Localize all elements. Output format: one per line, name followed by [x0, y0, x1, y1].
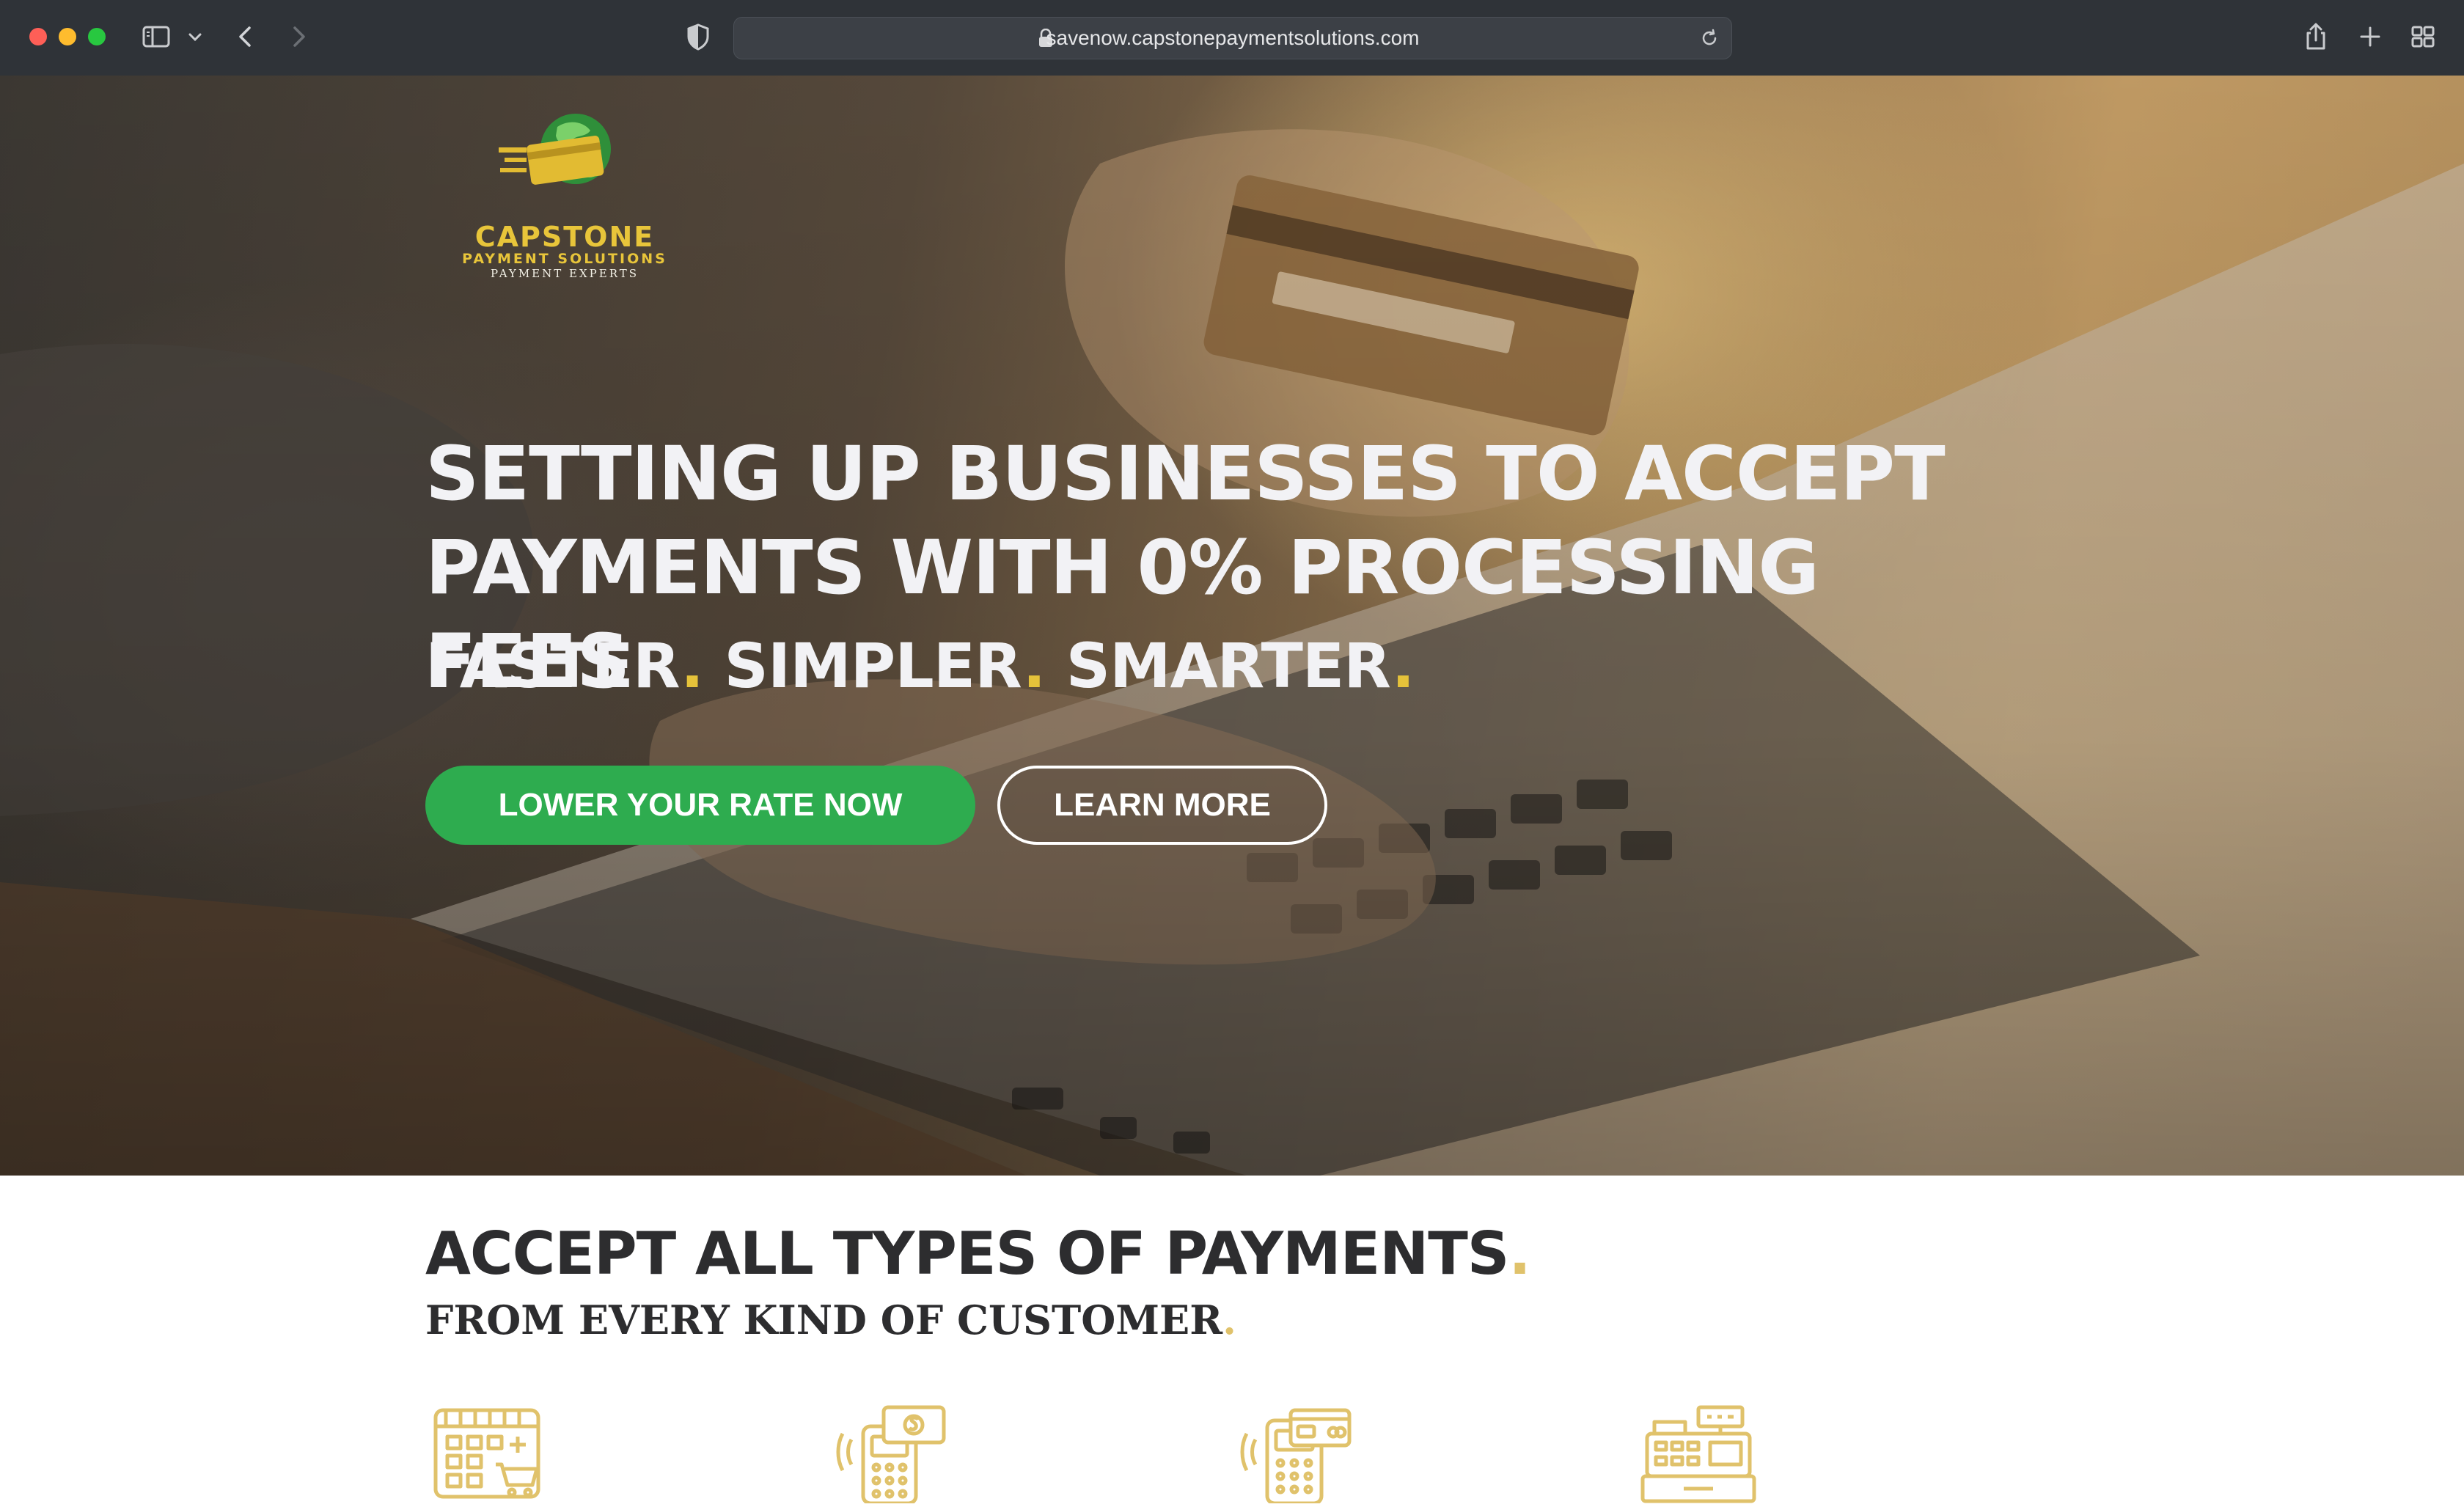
- tagline-dot: .: [681, 630, 704, 702]
- hero-tagline: FASTER. SIMPLER. SMARTER.: [425, 629, 1415, 703]
- section-subtitle-text: FROM EVERY KIND OF CUSTOMER: [425, 1297, 1223, 1343]
- tagline-dot: .: [1022, 630, 1046, 702]
- section-title-dot: .: [1508, 1220, 1530, 1288]
- tagline-dot: .: [1391, 630, 1415, 702]
- capstone-logo[interactable]: CAPSTONE PAYMENT SOLUTIONS PAYMENT EXPER…: [455, 105, 689, 279]
- tab-overview-icon[interactable]: [2405, 19, 2441, 54]
- close-window-button[interactable]: [29, 28, 47, 45]
- reload-icon[interactable]: [1698, 26, 1721, 50]
- tagline-word-simpler: SIMPLER: [724, 630, 1023, 702]
- shield-icon[interactable]: [681, 19, 716, 54]
- chevron-down-icon[interactable]: [183, 19, 207, 54]
- cash-register-icon: [1640, 1404, 1757, 1503]
- tagline-word-faster: FASTER: [425, 630, 681, 702]
- section-subtitle: FROM EVERY KIND OF CUSTOMER.: [425, 1294, 1236, 1346]
- browser-toolbar: savenow.capstonepaymentsolutions.com: [0, 0, 2464, 76]
- forward-icon[interactable]: [280, 19, 315, 54]
- card-terminal-icon: [1236, 1404, 1354, 1506]
- contactless-terminal-icon: [832, 1404, 950, 1506]
- hero-section: CAPSTONE PAYMENT SOLUTIONS PAYMENT EXPER…: [0, 76, 2464, 1176]
- lower-rate-button[interactable]: LOWER YOUR RATE NOW: [425, 766, 975, 845]
- logo-tagline: PAYMENT EXPERTS: [490, 267, 639, 280]
- zoom-window-button[interactable]: [88, 28, 106, 45]
- tagline-word-smarter: SMARTER: [1066, 630, 1393, 702]
- url-text: savenow.capstonepaymentsolutions.com: [1046, 26, 1420, 49]
- section-title-text: ACCEPT ALL TYPES OF PAYMENTS: [425, 1220, 1509, 1288]
- section-title: ACCEPT ALL TYPES OF PAYMENTS.: [425, 1217, 1531, 1291]
- address-bar[interactable]: savenow.capstonepaymentsolutions.com: [733, 17, 1732, 59]
- minimize-window-button[interactable]: [59, 28, 76, 45]
- logo-name: CAPSTONE: [474, 221, 655, 253]
- globe-card-icon: [499, 105, 631, 200]
- online-store-icon: [431, 1404, 549, 1503]
- share-icon[interactable]: [2298, 19, 2333, 54]
- learn-more-button[interactable]: LEARN MORE: [997, 766, 1327, 845]
- section-subtitle-dot: .: [1222, 1297, 1236, 1343]
- new-tab-icon[interactable]: [2353, 19, 2388, 54]
- sidebar-icon[interactable]: [139, 19, 175, 54]
- back-icon[interactable]: [229, 19, 264, 54]
- logo-subtitle: PAYMENT SOLUTIONS: [462, 251, 667, 267]
